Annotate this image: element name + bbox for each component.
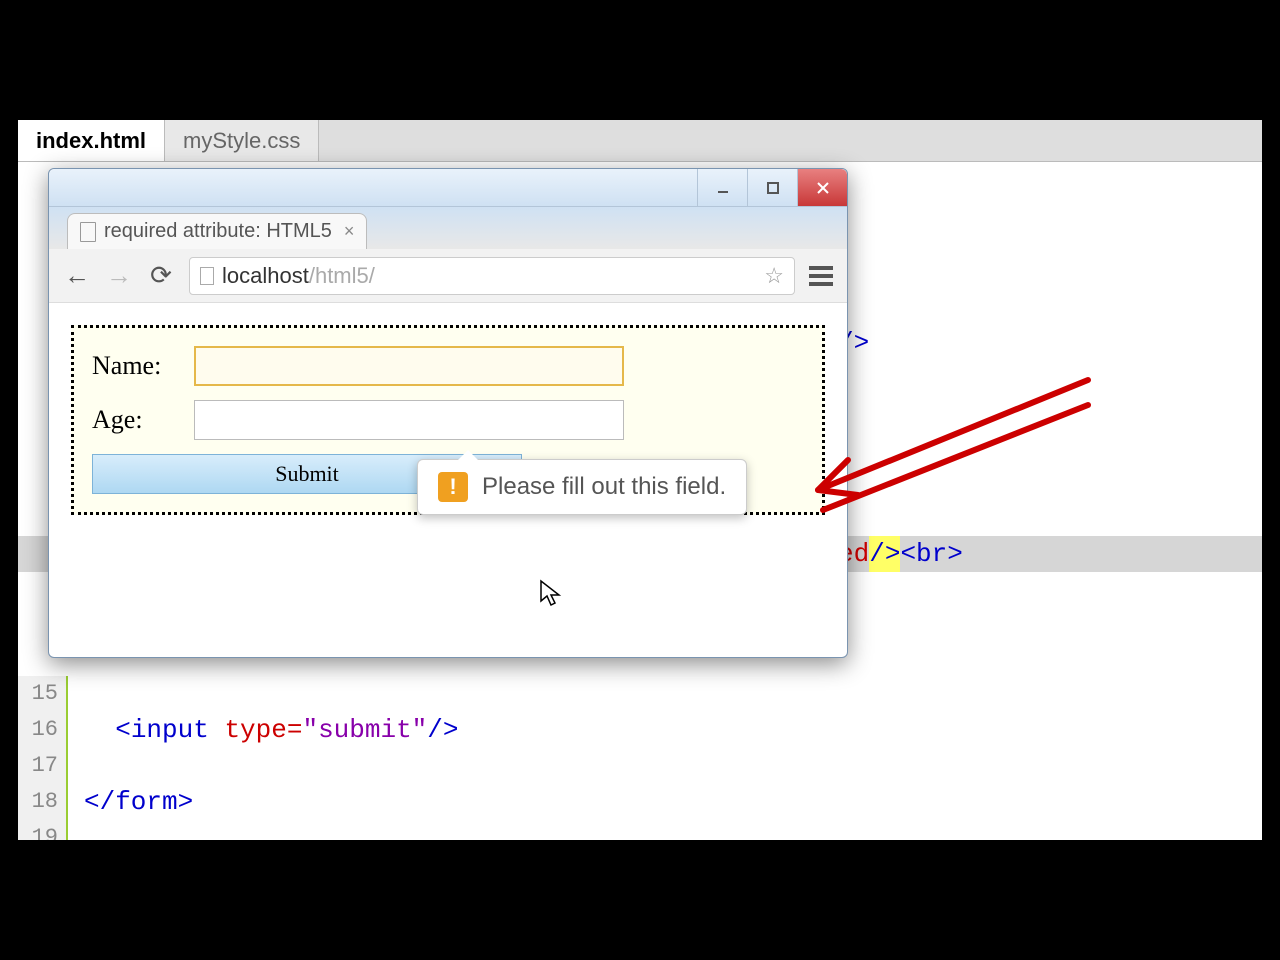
line-number: 19 <box>18 820 68 840</box>
maximize-icon <box>766 181 780 195</box>
close-button[interactable] <box>797 169 847 206</box>
editor-tab-mystyle-css[interactable]: myStyle.css <box>165 120 319 161</box>
age-label: Age: <box>92 405 182 435</box>
warning-icon: ! <box>438 472 468 502</box>
tab-close-icon[interactable]: × <box>344 221 355 242</box>
ide-window: index.html myStyle.css /> ed/><br> 15 16… <box>18 120 1262 840</box>
hamburger-icon <box>809 266 833 270</box>
editor-tabstrip: index.html myStyle.css <box>18 120 1262 162</box>
validation-tooltip: ! Please fill out this field. <box>417 459 747 515</box>
address-bar[interactable]: localhost/html5/ ☆ <box>189 257 795 295</box>
browser-tabstrip: required attribute: HTML5 × <box>49 207 847 249</box>
validation-message: Please fill out this field. <box>482 473 726 501</box>
line-number: 15 <box>18 676 68 712</box>
editor-tab-index-html[interactable]: index.html <box>18 120 165 161</box>
browser-tab[interactable]: required attribute: HTML5 × <box>67 213 367 249</box>
code-line: 15 <box>18 676 1262 712</box>
code-line: 17 <box>18 748 1262 784</box>
minimize-icon <box>716 181 730 195</box>
browser-toolbar: ← → ⟳ localhost/html5/ ☆ <box>49 249 847 303</box>
line-number: 17 <box>18 748 68 784</box>
letterbox-top <box>0 0 1280 120</box>
back-icon: ← <box>64 260 90 290</box>
browser-tab-title: required attribute: HTML5 <box>104 220 332 243</box>
window-titlebar[interactable] <box>49 169 847 207</box>
close-icon <box>816 181 830 195</box>
maximize-button[interactable] <box>747 169 797 206</box>
reload-icon: ⟳ <box>150 260 172 290</box>
forward-button[interactable]: → <box>105 260 133 291</box>
name-input[interactable] <box>194 346 624 386</box>
line-number: 18 <box>18 784 68 820</box>
code-line: 16 <input type="submit"/> <box>18 712 1262 748</box>
code-line: 19 <box>18 820 1262 840</box>
name-label: Name: <box>92 351 182 381</box>
age-input[interactable] <box>194 400 624 440</box>
letterbox-bottom <box>0 840 1280 960</box>
url-text: localhost/html5/ <box>222 263 375 289</box>
browser-window: required attribute: HTML5 × ← → ⟳ localh… <box>48 168 848 658</box>
forward-icon: → <box>106 260 132 290</box>
mouse-cursor <box>539 579 563 609</box>
reload-button[interactable]: ⟳ <box>147 260 175 291</box>
code-line: 18 </form> <box>18 784 1262 820</box>
file-icon <box>80 222 96 242</box>
minimize-button[interactable] <box>697 169 747 206</box>
back-button[interactable]: ← <box>63 260 91 291</box>
line-number: 16 <box>18 712 68 748</box>
document-icon <box>200 267 214 285</box>
menu-button[interactable] <box>809 266 833 286</box>
bookmark-star-icon[interactable]: ☆ <box>764 263 784 289</box>
